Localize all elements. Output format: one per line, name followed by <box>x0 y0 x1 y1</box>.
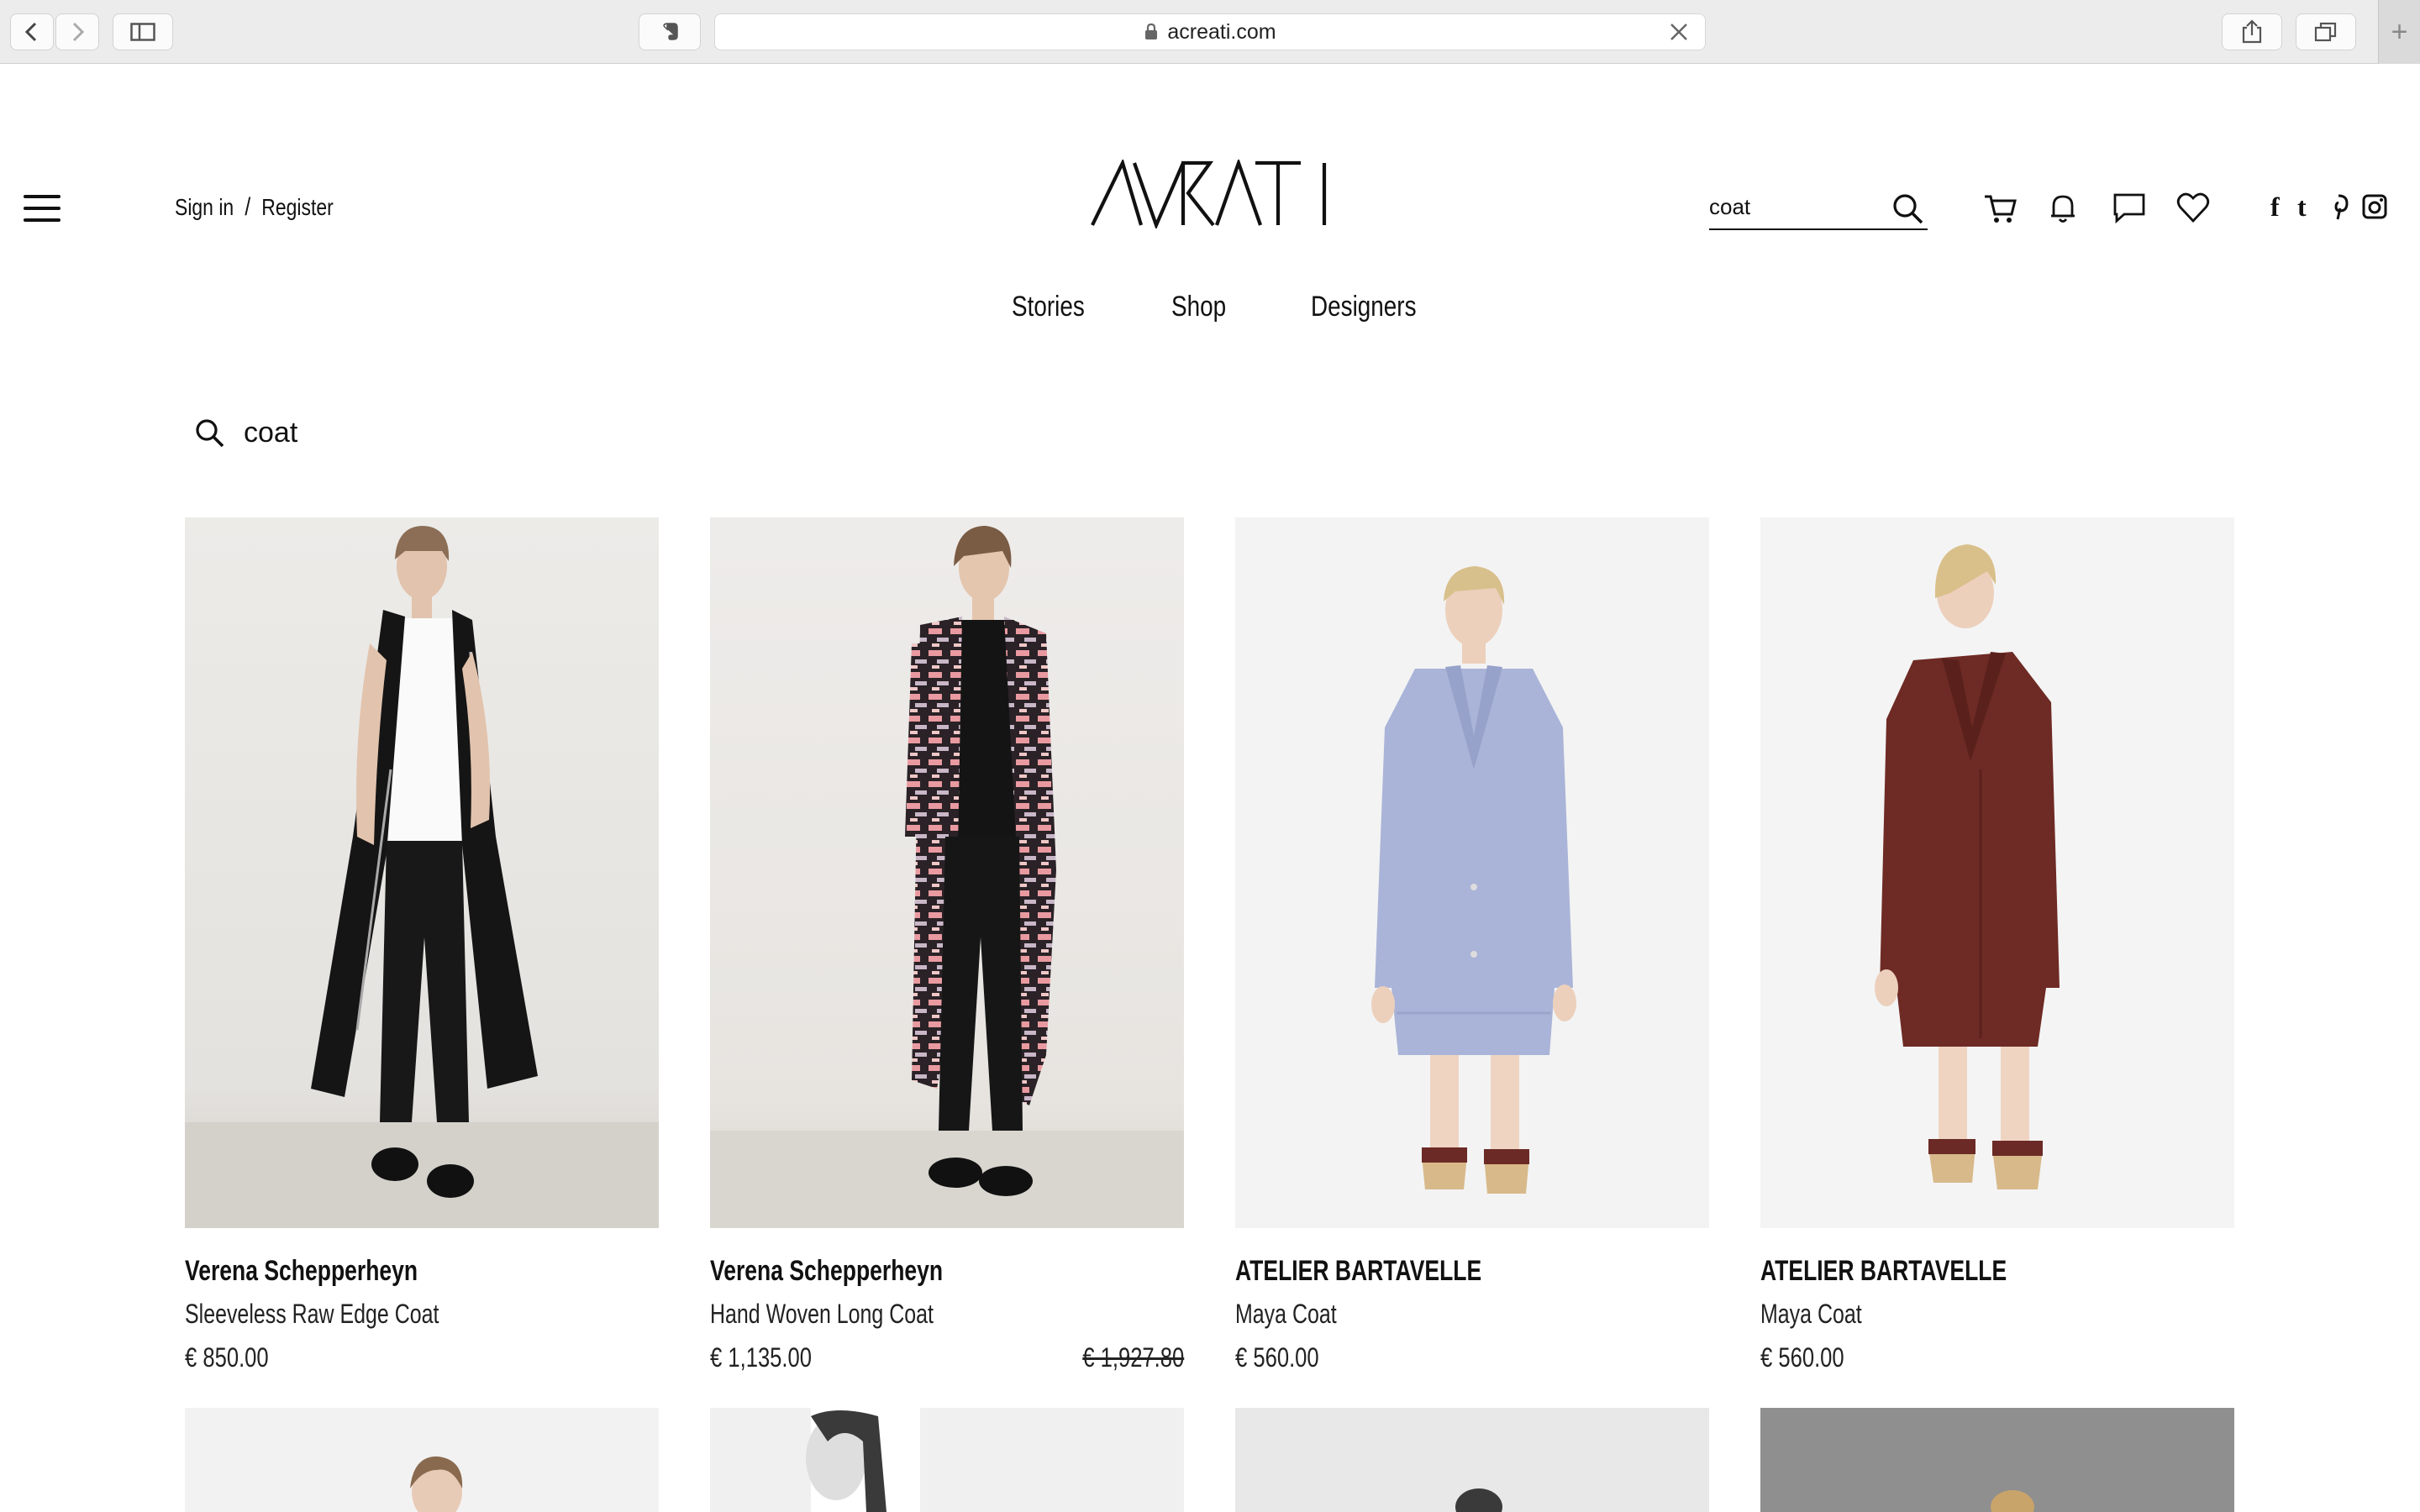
product-brand[interactable]: ATELIER BARTAVELLE <box>1760 1255 2007 1288</box>
nav-designers[interactable]: Designers <box>1311 291 1417 323</box>
product-card[interactable]: Verena Schepperheyn Sleeveless Raw Edge … <box>185 517 659 1373</box>
chevron-right-icon <box>72 22 85 42</box>
nav-shop[interactable]: Shop <box>1171 291 1226 323</box>
tumblr-icon[interactable]: t <box>2297 192 2307 223</box>
facebook-icon[interactable]: f <box>2270 192 2280 223</box>
sidebar-icon <box>130 23 155 41</box>
address-bar[interactable]: acreati.com <box>714 13 1706 50</box>
chevron-left-icon <box>24 22 37 42</box>
message-icon[interactable] <box>2112 192 2146 225</box>
product-price: € 850.00 <box>185 1342 269 1373</box>
lock-icon <box>1145 23 1158 39</box>
auth-separator: / <box>245 193 251 221</box>
back-button[interactable] <box>10 13 54 50</box>
evernote-icon <box>663 23 678 40</box>
product-image[interactable] <box>185 1408 659 1512</box>
tabs-icon <box>2314 22 2337 42</box>
new-tab-button[interactable]: + <box>2378 0 2420 64</box>
pinterest-icon[interactable] <box>2328 193 2349 220</box>
url-text: acreati.com <box>1167 19 1276 44</box>
register-link[interactable]: Register <box>261 194 333 221</box>
search-query-line: coat <box>195 417 297 449</box>
cart-icon[interactable] <box>1983 192 2018 225</box>
product-image[interactable] <box>710 1408 1184 1512</box>
product-name[interactable]: Maya Coat <box>1760 1299 1862 1330</box>
plus-icon: + <box>2391 15 2408 48</box>
forward-button[interactable] <box>55 13 99 50</box>
product-card[interactable]: ATELIER BARTAVELLE Maya Coat € 560.00 <box>1760 517 2234 1373</box>
product-price: € 560.00 <box>1235 1342 1319 1373</box>
sign-in-link[interactable]: Sign in <box>175 194 234 221</box>
close-icon[interactable] <box>1668 21 1690 43</box>
extension-button[interactable] <box>639 13 701 50</box>
acreati-logo <box>1091 157 1327 230</box>
product-name[interactable]: Sleeveless Raw Edge Coat <box>185 1299 439 1330</box>
auth-links: Sign in / Register <box>175 193 334 222</box>
search-query-text: coat <box>244 417 298 449</box>
menu-button[interactable] <box>24 193 60 223</box>
share-button[interactable] <box>2222 13 2282 50</box>
search-icon[interactable] <box>1892 193 1924 225</box>
product-brand[interactable]: Verena Schepperheyn <box>185 1255 418 1288</box>
sidebar-button[interactable] <box>113 13 173 50</box>
product-image[interactable] <box>1235 517 1709 1228</box>
product-price: € 1,135.00 <box>710 1342 812 1373</box>
search-icon <box>196 418 224 447</box>
search-input[interactable] <box>1709 190 1877 223</box>
bell-icon[interactable] <box>2049 192 2077 225</box>
product-name[interactable]: Maya Coat <box>1235 1299 1337 1330</box>
product-card[interactable]: ATELIER BARTAVELLE Maya Coat € 560.00 <box>1235 517 1709 1373</box>
site-logo[interactable] <box>1091 157 1329 233</box>
product-brand[interactable]: ATELIER BARTAVELLE <box>1235 1255 1481 1288</box>
product-name[interactable]: Hand Woven Long Coat <box>710 1299 934 1330</box>
browser-toolbar: acreati.com + <box>0 0 2420 64</box>
product-price: € 560.00 <box>1760 1342 1844 1373</box>
header-search <box>1709 190 1928 230</box>
hamburger-icon <box>24 195 60 198</box>
product-original-price: € 1,927.80 <box>1082 1342 1184 1373</box>
product-image[interactable] <box>1760 1408 2234 1512</box>
heart-icon[interactable] <box>2176 192 2210 223</box>
share-icon <box>2242 19 2262 44</box>
product-image[interactable] <box>710 517 1184 1228</box>
tabs-button[interactable] <box>2296 13 2356 50</box>
instagram-icon[interactable] <box>2361 193 2388 220</box>
nav-stories[interactable]: Stories <box>1012 291 1085 323</box>
product-image[interactable] <box>1235 1408 1709 1512</box>
product-image[interactable] <box>185 517 659 1228</box>
product-brand[interactable]: Verena Schepperheyn <box>710 1255 943 1288</box>
product-card[interactable]: Verena Schepperheyn Hand Woven Long Coat… <box>710 517 1184 1373</box>
product-image[interactable] <box>1760 517 2234 1228</box>
